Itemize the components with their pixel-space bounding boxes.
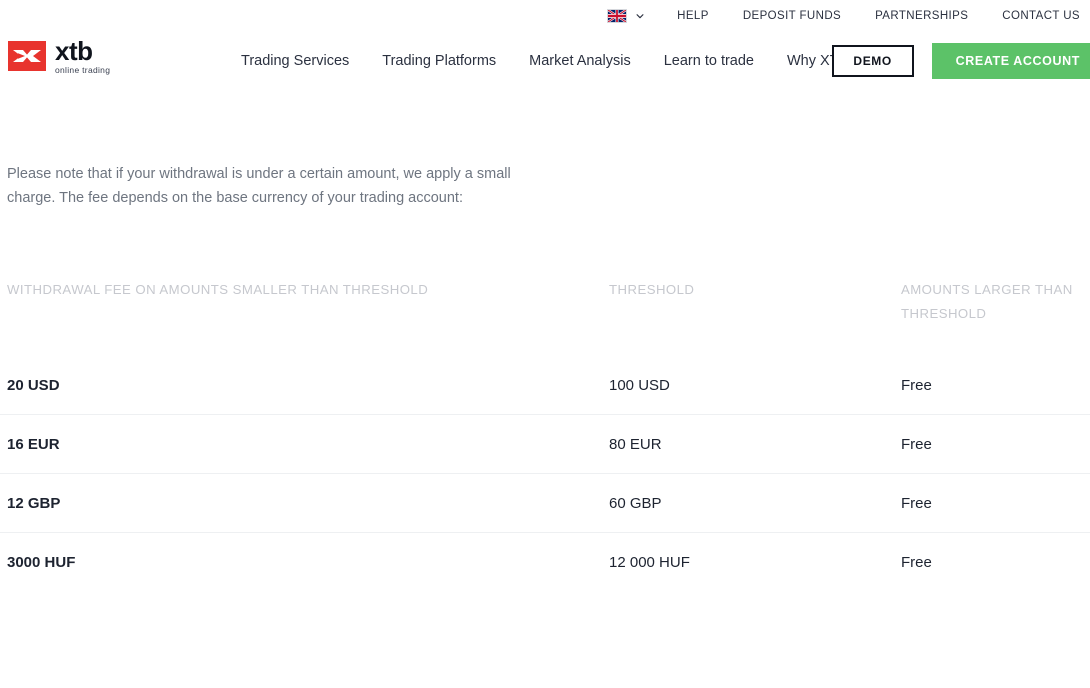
cell-fee: 12 GBP <box>0 473 602 533</box>
cell-threshold: 80 EUR <box>602 414 894 474</box>
table-header-amounts-larger: AMOUNTS LARGER THAN THRESHOLD <box>894 278 1090 356</box>
site-header: xtb online trading Trading Services Trad… <box>0 32 1090 90</box>
xtb-logo-word: xtb <box>55 36 93 66</box>
xtb-logo-text: xtb online trading <box>55 38 110 75</box>
xtb-logo-tagline: online trading <box>55 65 111 75</box>
table-row: 12 GBP 60 GBP Free <box>0 473 1090 533</box>
cell-larger: Free <box>894 473 1090 533</box>
main-navigation: Trading Services Trading Platforms Marke… <box>241 32 848 90</box>
nav-item-trading-services[interactable]: Trading Services <box>241 53 349 69</box>
table-head: WITHDRAWAL FEE ON AMOUNTS SMALLER THAN T… <box>0 278 1090 356</box>
chevron-down-icon <box>635 11 645 21</box>
table-body: 20 USD 100 USD Free 16 EUR 80 EUR Free 1… <box>0 356 1090 591</box>
cell-larger: Free <box>894 532 1090 591</box>
intro-paragraph: Please note that if your withdrawal is u… <box>7 165 511 206</box>
top-utility-bar: HELP DEPOSIT FUNDS PARTNERSHIPS CONTACT … <box>0 0 1090 32</box>
nav-item-market-analysis[interactable]: Market Analysis <box>529 53 631 69</box>
cell-threshold: 12 000 HUF <box>602 532 894 591</box>
cell-fee: 20 USD <box>7 376 60 394</box>
header-actions: DEMO CREATE ACCOUNT <box>831 32 1090 90</box>
xtb-logo[interactable]: xtb online trading <box>8 38 110 75</box>
cell-fee: 16 EUR <box>0 414 602 474</box>
table-header-row: WITHDRAWAL FEE ON AMOUNTS SMALLER THAN T… <box>0 278 1090 356</box>
create-account-button[interactable]: CREATE ACCOUNT <box>931 43 1090 79</box>
cell-threshold: 100 USD <box>609 376 670 394</box>
table-header-amounts-larger-label: AMOUNTS LARGER THAN THRESHOLD <box>901 282 1073 321</box>
uk-flag-icon <box>607 9 628 23</box>
language-selector[interactable] <box>607 9 645 23</box>
cell-threshold: 60 GBP <box>602 473 894 533</box>
table-row: 16 EUR 80 EUR Free <box>0 414 1090 474</box>
withdrawal-fee-table: WITHDRAWAL FEE ON AMOUNTS SMALLER THAN T… <box>0 278 1090 591</box>
toplink-deposit-funds[interactable]: DEPOSIT FUNDS <box>743 10 841 22</box>
table-header-threshold-label: THRESHOLD <box>609 282 695 297</box>
table-header-threshold: THRESHOLD <box>602 278 894 356</box>
toplink-help[interactable]: HELP <box>677 10 709 22</box>
table-header-withdrawal-fee: WITHDRAWAL FEE ON AMOUNTS SMALLER THAN T… <box>0 278 602 356</box>
nav-item-trading-platforms[interactable]: Trading Platforms <box>382 53 496 69</box>
table-row: 20 USD 100 USD Free <box>0 356 1090 415</box>
table-header-withdrawal-fee-label: WITHDRAWAL FEE ON AMOUNTS SMALLER THAN T… <box>7 282 429 297</box>
cell-fee: 3000 HUF <box>0 532 602 591</box>
cell-larger: Free <box>901 376 932 394</box>
xtb-logo-mark-icon <box>8 41 46 72</box>
demo-button[interactable]: DEMO <box>831 45 914 77</box>
cell-larger: Free <box>894 414 1090 474</box>
table-row: 3000 HUF 12 000 HUF Free <box>0 532 1090 591</box>
toplink-partnerships[interactable]: PARTNERSHIPS <box>875 10 968 22</box>
toplink-contact-us[interactable]: CONTACT US <box>1002 10 1080 22</box>
nav-item-learn-to-trade[interactable]: Learn to trade <box>664 53 754 69</box>
